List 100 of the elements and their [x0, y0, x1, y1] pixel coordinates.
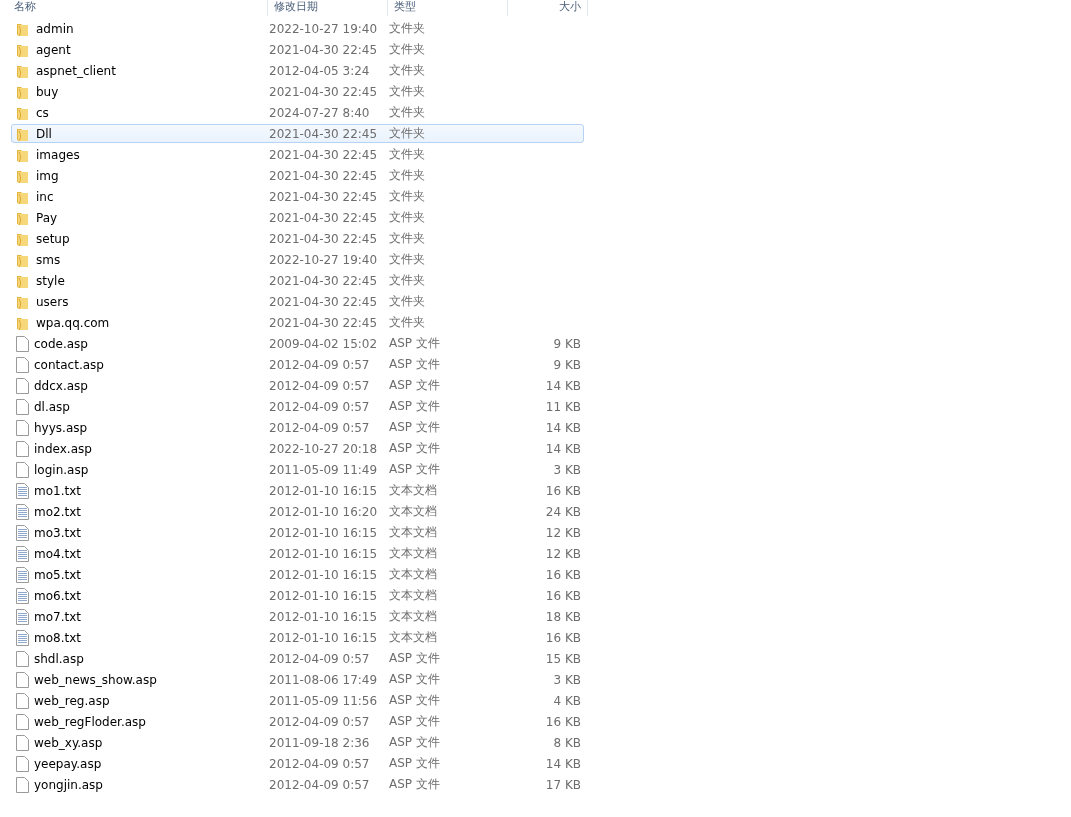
file-type: 文件夹	[389, 83, 426, 100]
file-row[interactable]: agent 2021-04-30 22:45 文件夹	[11, 40, 584, 59]
file-name: mo8.txt	[34, 630, 81, 645]
file-name: style	[36, 273, 65, 288]
file-row[interactable]: Dll 2021-04-30 22:45 文件夹	[11, 124, 584, 143]
modified-date: 2011-08-06 17:49	[269, 672, 379, 687]
file-row[interactable]: images 2021-04-30 22:45 文件夹	[11, 145, 584, 164]
file-row[interactable]: inc 2021-04-30 22:45 文件夹	[11, 187, 584, 206]
document-icon	[16, 734, 29, 751]
file-type: 文本文档	[389, 482, 438, 499]
file-type: ASP 文件	[389, 776, 441, 793]
document-icon	[16, 419, 29, 436]
file-row[interactable]: yongjin.asp 2012-04-09 0:57 ASP 文件 17 KB	[11, 775, 584, 794]
column-header[interactable]: 名称	[0, 0, 268, 16]
file-row[interactable]: code.asp 2009-04-02 15:02 ASP 文件 9 KB	[11, 334, 584, 353]
file-name: contact.asp	[34, 357, 104, 372]
modified-date: 2022-10-27 20:18	[269, 441, 379, 456]
modified-date: 2012-01-10 16:15	[269, 567, 379, 582]
modified-date: 2021-04-30 22:45	[269, 126, 379, 141]
modified-date: 2012-04-05 3:24	[269, 63, 371, 78]
text-file-icon	[16, 587, 29, 604]
file-row[interactable]: login.asp 2011-05-09 11:49 ASP 文件 3 KB	[11, 460, 584, 479]
file-name: dl.asp	[34, 399, 70, 414]
file-row[interactable]: index.asp 2022-10-27 20:18 ASP 文件 14 KB	[11, 439, 584, 458]
file-row[interactable]: mo3.txt 2012-01-10 16:15 文本文档 12 KB	[11, 523, 584, 542]
modified-date: 2012-01-10 16:15	[269, 525, 379, 540]
file-name: hyys.asp	[34, 420, 88, 435]
modified-date: 2012-04-09 0:57	[269, 378, 371, 393]
file-row[interactable]: cs 2024-07-27 8:40 文件夹	[11, 103, 584, 122]
file-name: aspnet_client	[36, 63, 116, 78]
document-icon	[16, 356, 29, 373]
file-type: 文件夹	[389, 167, 426, 184]
modified-date: 2021-04-30 22:45	[269, 42, 379, 57]
text-file-icon	[16, 629, 29, 646]
file-type: 文件夹	[389, 230, 426, 247]
file-type: ASP 文件	[389, 650, 441, 667]
document-icon	[16, 671, 29, 688]
file-name: yeepay.asp	[34, 756, 102, 771]
file-type: ASP 文件	[389, 419, 441, 436]
file-row[interactable]: mo7.txt 2012-01-10 16:15 文本文档 18 KB	[11, 607, 584, 626]
file-row[interactable]: mo6.txt 2012-01-10 16:15 文本文档 16 KB	[11, 586, 584, 605]
file-row[interactable]: shdl.asp 2012-04-09 0:57 ASP 文件 15 KB	[11, 649, 584, 668]
file-row[interactable]: web_xy.asp 2011-09-18 2:36 ASP 文件 8 KB	[11, 733, 584, 752]
file-size: 16 KB	[544, 630, 581, 645]
file-size: 18 KB	[544, 609, 581, 624]
file-row[interactable]: web_regFloder.asp 2012-04-09 0:57 ASP 文件 16 KB	[11, 712, 584, 731]
file-type: 文本文档	[389, 566, 438, 583]
file-type: ASP 文件	[389, 461, 441, 478]
file-row[interactable]: mo2.txt 2012-01-10 16:20 文本文档 24 KB	[11, 502, 584, 521]
file-type: 文本文档	[389, 629, 438, 646]
document-icon	[16, 461, 29, 478]
modified-date: 2012-01-10 16:15	[269, 483, 379, 498]
file-name: shdl.asp	[34, 651, 84, 666]
modified-date: 2009-04-02 15:02	[269, 336, 379, 351]
file-row[interactable]: setup 2021-04-30 22:45 文件夹	[11, 229, 584, 248]
file-row[interactable]: sms 2022-10-27 19:40 文件夹	[11, 250, 584, 269]
file-row[interactable]: ddcx.asp 2012-04-09 0:57 ASP 文件 14 KB	[11, 376, 584, 395]
file-row[interactable]: Pay 2021-04-30 22:45 文件夹	[11, 208, 584, 227]
file-row[interactable]: users 2021-04-30 22:45 文件夹	[11, 292, 584, 311]
file-name: mo6.txt	[34, 588, 81, 603]
column-header[interactable]: 大小	[508, 0, 588, 16]
file-row[interactable]: hyys.asp 2012-04-09 0:57 ASP 文件 14 KB	[11, 418, 584, 437]
file-row[interactable]: admin 2022-10-27 19:40 文件夹	[11, 19, 584, 38]
file-name: Dll	[36, 126, 52, 141]
file-row[interactable]: web_reg.asp 2011-05-09 11:56 ASP 文件 4 KB	[11, 691, 584, 710]
file-row[interactable]: mo5.txt 2012-01-10 16:15 文本文档 16 KB	[11, 565, 584, 584]
file-row[interactable]: mo8.txt 2012-01-10 16:15 文本文档 16 KB	[11, 628, 584, 647]
file-row[interactable]: dl.asp 2012-04-09 0:57 ASP 文件 11 KB	[11, 397, 584, 416]
modified-date: 2021-04-30 22:45	[269, 147, 379, 162]
file-name: login.asp	[34, 462, 89, 477]
file-row[interactable]: style 2021-04-30 22:45 文件夹	[11, 271, 584, 290]
file-row[interactable]: mo1.txt 2012-01-10 16:15 文本文档 16 KB	[11, 481, 584, 500]
file-type: 文件夹	[389, 125, 426, 142]
column-header[interactable]: 修改日期	[268, 0, 388, 16]
file-row[interactable]: web_news_show.asp 2011-08-06 17:49 ASP 文件 3 KB	[11, 670, 584, 689]
modified-date: 2021-04-30 22:45	[269, 294, 379, 309]
file-row[interactable]: wpa.qq.com 2021-04-30 22:45 文件夹	[11, 313, 584, 332]
file-row[interactable]: aspnet_client 2012-04-05 3:24 文件夹	[11, 61, 584, 80]
file-type: ASP 文件	[389, 356, 441, 373]
file-row[interactable]: mo4.txt 2012-01-10 16:15 文本文档 12 KB	[11, 544, 584, 563]
document-icon	[16, 713, 29, 730]
column-header[interactable]: 类型	[388, 0, 508, 16]
modified-date: 2012-04-09 0:57	[269, 399, 371, 414]
file-size: 14 KB	[544, 441, 581, 456]
modified-date: 2011-05-09 11:56	[269, 693, 379, 708]
modified-date: 2021-04-30 22:45	[269, 84, 379, 99]
file-row[interactable]: contact.asp 2012-04-09 0:57 ASP 文件 9 KB	[11, 355, 584, 374]
file-type: ASP 文件	[389, 713, 441, 730]
file-row[interactable]: buy 2021-04-30 22:45 文件夹	[11, 82, 584, 101]
file-name: mo1.txt	[34, 483, 81, 498]
file-type: 文本文档	[389, 503, 438, 520]
file-name: mo3.txt	[34, 525, 81, 540]
file-type: 文件夹	[389, 314, 426, 331]
file-size: 12 KB	[544, 546, 581, 561]
file-name: admin	[36, 21, 74, 36]
file-name: images	[36, 147, 80, 162]
modified-date: 2021-04-30 22:45	[269, 273, 379, 288]
file-size: 4 KB	[552, 693, 581, 708]
file-row[interactable]: img 2021-04-30 22:45 文件夹	[11, 166, 584, 185]
file-row[interactable]: yeepay.asp 2012-04-09 0:57 ASP 文件 14 KB	[11, 754, 584, 773]
